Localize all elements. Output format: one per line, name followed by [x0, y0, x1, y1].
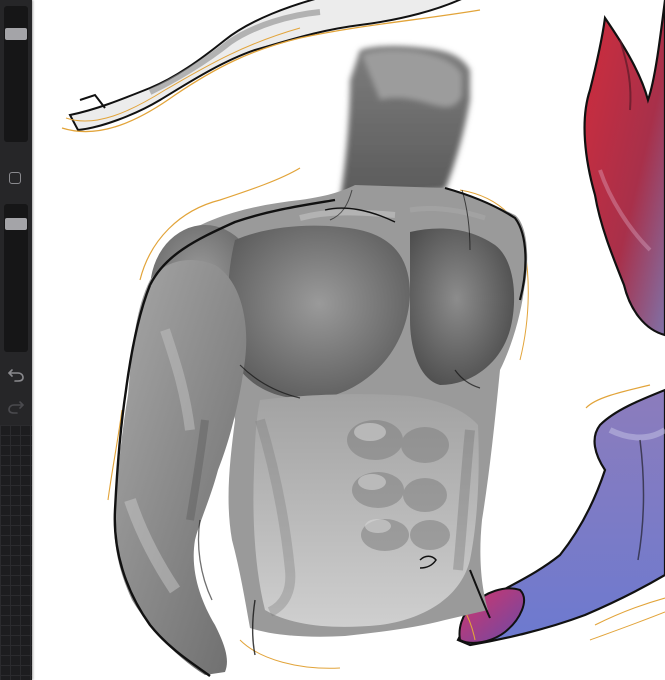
undo-arrow-icon — [8, 369, 24, 382]
modify-button[interactable] — [9, 172, 21, 184]
brush-opacity-thumb[interactable] — [5, 218, 27, 230]
redo-arrow-icon — [8, 401, 24, 414]
brush-opacity-slider[interactable] — [4, 204, 28, 352]
brush-size-slider[interactable] — [4, 6, 28, 142]
red-creature-sketch — [583, 0, 665, 337]
drawing-app — [0, 0, 665, 680]
tool-sidebar — [0, 0, 32, 680]
drawing-canvas[interactable] — [0, 0, 665, 680]
sidebar-texture — [0, 425, 32, 680]
artwork-layer — [61, 0, 665, 677]
torso-study — [107, 45, 529, 677]
redo-button[interactable] — [5, 396, 27, 416]
undo-button[interactable] — [5, 364, 27, 384]
brush-size-thumb[interactable] — [5, 28, 27, 40]
